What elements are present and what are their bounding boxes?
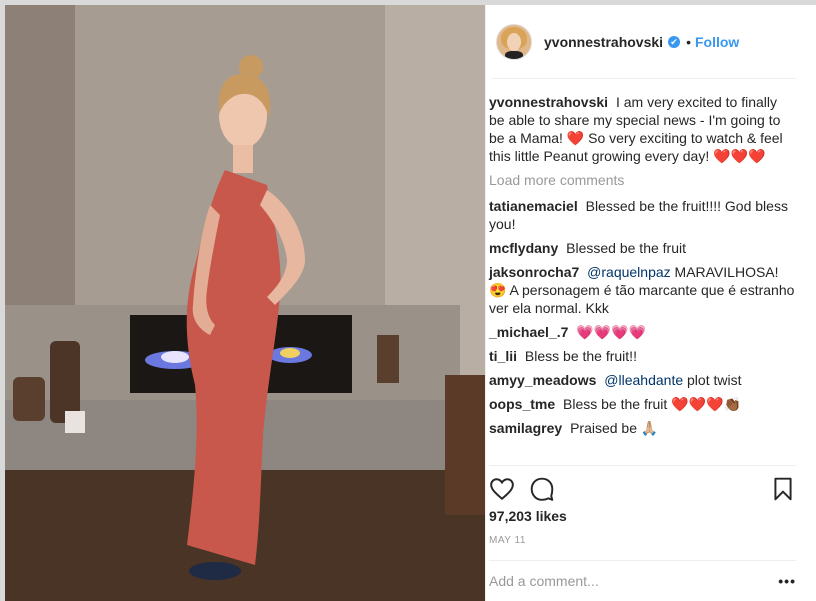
comment: ti_lii Bless be the fruit!! — [489, 347, 796, 365]
bookmark-icon[interactable] — [770, 476, 796, 502]
comment: tatianemaciel Blessed be the fruit!!!! G… — [489, 197, 796, 233]
caption: yvonnestrahovski I am very excited to fi… — [489, 93, 796, 165]
comment-username[interactable]: jaksonrocha7 — [489, 264, 579, 280]
load-more-comments-button[interactable]: Load more comments — [489, 171, 796, 189]
post-modal: yvonnestrahovski ✔ • Follow yvonnestraho… — [5, 5, 816, 601]
verified-badge-icon: ✔ — [668, 35, 681, 48]
comment-username[interactable]: oops_tme — [489, 396, 555, 412]
post-photo[interactable] — [5, 5, 485, 601]
post-header: yvonnestrahovski ✔ • Follow — [492, 5, 796, 79]
add-comment-bar: ••• — [489, 560, 796, 601]
likes-count[interactable]: 97,203 likes — [489, 508, 567, 524]
comment-mention[interactable]: @raquelnpaz — [587, 264, 671, 280]
post-sidebar: yvonnestrahovski ✔ • Follow yvonnestraho… — [485, 5, 816, 601]
comment: jaksonrocha7 @raquelnpaz MARAVILHOSA! 😍 … — [489, 263, 796, 317]
comment-username[interactable]: samilagrey — [489, 420, 562, 436]
caption-username[interactable]: yvonnestrahovski — [489, 94, 608, 110]
follow-button[interactable]: Follow — [695, 34, 739, 50]
comment: _michael_.7 💗💗💗💗 — [489, 323, 796, 341]
heart-icon[interactable] — [489, 476, 515, 502]
comment: amyy_meadows @lleahdante plot twist — [489, 371, 796, 389]
separator-dot: • — [686, 33, 691, 50]
post-photo-illustration — [5, 5, 485, 601]
comment-text: Bless be the fruit ❤️❤️❤️👏🏾 — [563, 396, 741, 412]
comment-text: 💗💗💗💗 — [576, 324, 647, 340]
comment-username[interactable]: amyy_meadows — [489, 372, 596, 388]
comment-text: Praised be 🙏🏼 — [570, 420, 659, 436]
comment-username[interactable]: _michael_.7 — [489, 324, 568, 340]
avatar[interactable] — [496, 23, 532, 60]
comment-bubble-icon[interactable] — [529, 476, 555, 502]
comment-text: plot twist — [683, 372, 742, 388]
add-comment-input[interactable] — [489, 573, 749, 589]
comment-username[interactable]: ti_lii — [489, 348, 517, 364]
comment-username[interactable]: tatianemaciel — [489, 198, 578, 214]
comment-mention[interactable]: @lleahdante — [604, 372, 683, 388]
comment: oops_tme Bless be the fruit ❤️❤️❤️👏🏾 — [489, 395, 796, 413]
comment-text: Blessed be the fruit — [566, 240, 686, 256]
more-options-icon[interactable]: ••• — [778, 573, 796, 589]
comment-text: Bless be the fruit!! — [524, 348, 637, 364]
header-username[interactable]: yvonnestrahovski — [544, 34, 663, 50]
post-date[interactable]: MAY 11 — [489, 535, 526, 546]
action-bar — [489, 465, 796, 509]
comment: samilagrey Praised be 🙏🏼 — [489, 419, 796, 437]
comment: mcflydany Blessed be the fruit — [489, 239, 796, 257]
comment-username[interactable]: mcflydany — [489, 240, 558, 256]
comments-list: yvonnestrahovski I am very excited to fi… — [486, 79, 816, 449]
